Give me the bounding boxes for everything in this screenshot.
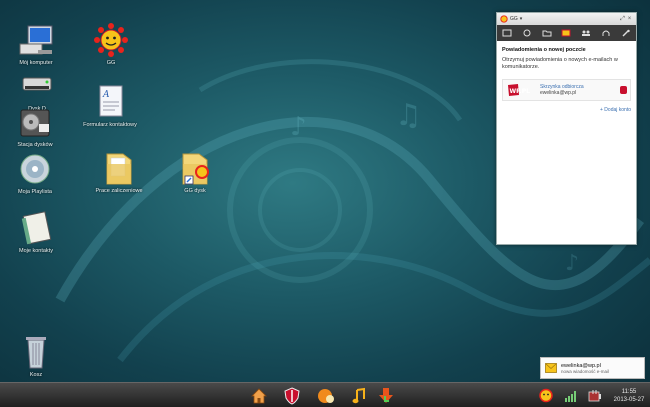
gg-folder-icon: [182, 153, 209, 185]
desktop-icon-label: GG dysk: [184, 188, 206, 194]
dvd-drive-icon: [20, 109, 50, 137]
desktop-icon-label: Prace zaliczeniowe: [95, 188, 143, 194]
new-mail-toast[interactable]: ewelinka@wp.pl nowa wiadomość e-mail: [540, 357, 645, 379]
document-icon: A: [99, 85, 123, 117]
gg-window-title: GG: [510, 16, 518, 22]
gg-logo-icon: [500, 15, 508, 23]
desktop-icon-label: Formularz kontaktowy: [83, 122, 137, 128]
wp-logo-text: WP.PL: [510, 88, 531, 95]
recycle-bin-icon: [26, 337, 46, 369]
add-account-link[interactable]: + Dodaj konto: [502, 107, 631, 113]
desktop-icon-gg[interactable]: GG: [79, 22, 143, 67]
svg-text:♫: ♫: [395, 98, 422, 133]
gg-mail-window: GG ▾ ⤢ × Powiadomienia o nowej poczcie O…: [496, 12, 637, 245]
clock-date: 2013-05-27: [613, 397, 645, 403]
close-button[interactable]: ×: [626, 16, 633, 22]
gg-description: Otrzymuj powiadomienia o nowych e-mailac…: [502, 57, 618, 70]
svg-text:A: A: [102, 90, 110, 100]
playlist-cd-icon: [20, 154, 50, 184]
computer-icon: [19, 25, 53, 55]
desktop-icon-label: Mój komputer: [19, 60, 53, 66]
desktop-icon-moja-playlista[interactable]: Moja Playlista: [3, 151, 67, 196]
desktop-icon-formularz[interactable]: A Formularz kontaktowy: [78, 84, 142, 129]
desktop-icon-stacja-dyskow[interactable]: Stacja dysków: [3, 104, 67, 149]
toast-message: nowa wiadomość e-mail: [561, 368, 610, 374]
desktop-icon-kosz[interactable]: Kosz: [4, 334, 68, 379]
desktop-icon-label: Stacja dysków: [17, 142, 53, 148]
envelope-icon: [545, 363, 557, 373]
tools-icon[interactable]: [621, 29, 631, 37]
contacts-book-icon: [21, 211, 52, 245]
desktop-icon-gg-dysk[interactable]: GG dysk: [163, 150, 227, 195]
home-icon[interactable]: [250, 387, 268, 405]
desktop-icon-moje-kontakty[interactable]: Moje kontakty: [4, 210, 68, 255]
desktop-icon-label: GG: [106, 60, 116, 66]
signal-strength-icon[interactable]: [563, 388, 579, 403]
desktop-icon-label: Moja Playlista: [18, 189, 52, 195]
taskbar-clock[interactable]: 11:55 2013-05-27: [611, 388, 647, 404]
gg-sun-icon: [94, 23, 128, 57]
remove-account-button[interactable]: [620, 86, 627, 94]
desktop-icon-label: Moje kontakty: [19, 248, 53, 254]
gg-toolbar: [497, 25, 636, 41]
battery-plug-icon[interactable]: [587, 388, 603, 403]
mail-notify-icon[interactable]: [561, 29, 571, 37]
shield-icon[interactable]: [283, 387, 301, 405]
mail-account-row[interactable]: WP.PL Skrzynka odbiorcza ewelinka@wp.pl: [502, 79, 631, 101]
svg-text:♪: ♪: [290, 112, 307, 142]
users-icon[interactable]: [581, 29, 591, 37]
gg-status-tray-icon[interactable]: [538, 388, 554, 403]
chevron-down-icon[interactable]: ▾: [518, 16, 523, 22]
gg-heading: Powiadomienia o nowej poczcie: [502, 47, 586, 53]
desktop-icon-prace[interactable]: Prace zaliczeniowe: [87, 150, 151, 195]
folder-icon: [106, 153, 132, 185]
gg-chat-icon[interactable]: [317, 387, 335, 405]
desktop-icon-moj-komputer[interactable]: Mój komputer: [4, 22, 68, 67]
drive-icon: [22, 77, 52, 91]
mail-account-email: ewelinka@wp.pl: [540, 90, 577, 96]
download-arrow-icon[interactable]: [377, 387, 395, 405]
taskbar: 11:55 2013-05-27: [0, 382, 650, 407]
gg-window-titlebar[interactable]: GG ▾ ⤢ ×: [497, 13, 636, 25]
expand-button[interactable]: ⤢: [619, 16, 626, 23]
music-note-icon[interactable]: [350, 387, 368, 405]
wp-logo-icon: WP.PL: [508, 84, 531, 96]
clock-time: 11:55: [621, 389, 637, 395]
status-icon[interactable]: [522, 29, 532, 37]
folder-icon[interactable]: [542, 29, 552, 37]
desktop-icon-label: Kosz: [29, 372, 43, 378]
svg-text:♪: ♪: [565, 251, 579, 276]
contacts-icon[interactable]: [502, 29, 512, 37]
headphones-icon[interactable]: [601, 29, 611, 37]
